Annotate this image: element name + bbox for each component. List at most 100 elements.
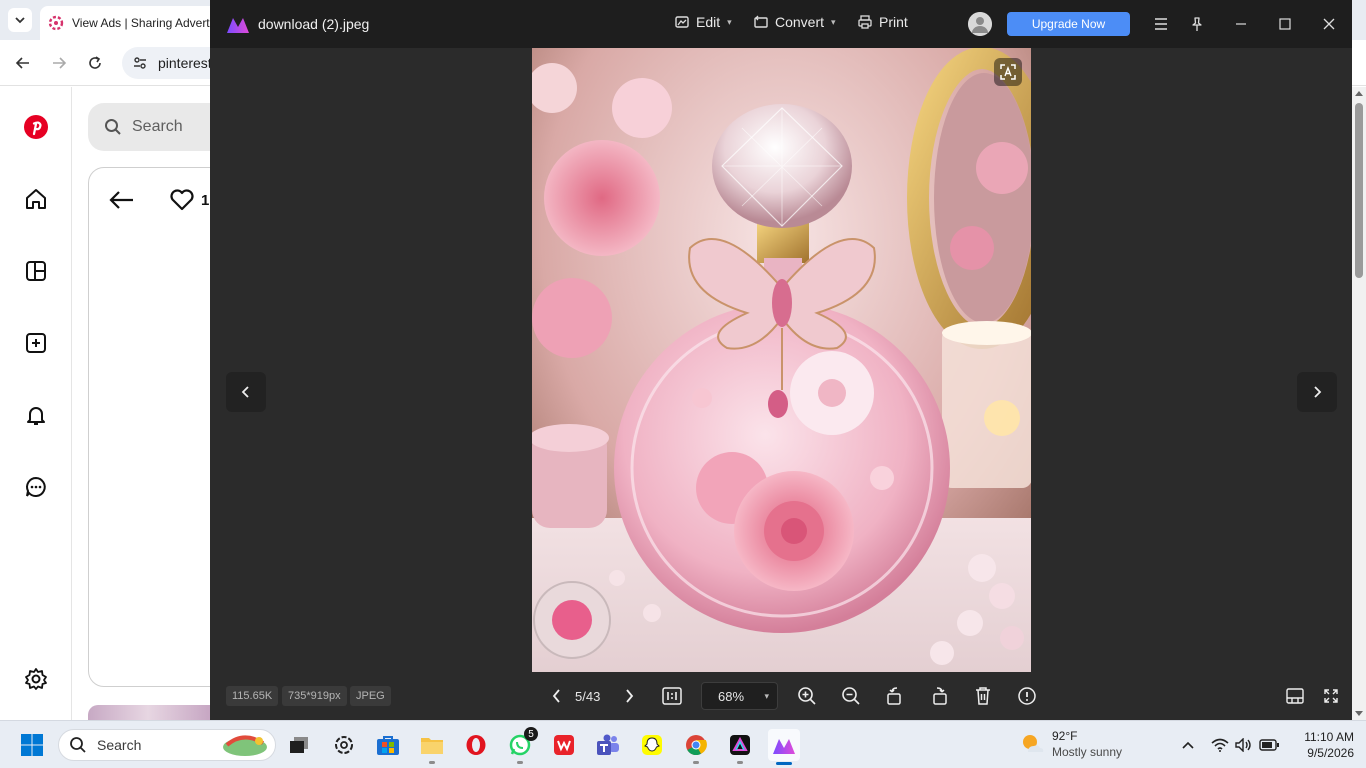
zoom-level-select[interactable]: 68% ▾	[701, 682, 778, 710]
opera-icon	[466, 735, 486, 755]
browser-tab[interactable]: View Ads | Sharing Advertis	[40, 6, 220, 40]
taskbar-chatgpt[interactable]	[328, 729, 360, 761]
fullscreen-button[interactable]	[1319, 684, 1343, 708]
taskbar-snapchat[interactable]	[636, 729, 668, 761]
scroll-up-arrow-icon[interactable]	[1355, 91, 1363, 96]
actual-size-button[interactable]	[660, 684, 684, 708]
task-view-icon	[290, 737, 308, 753]
site-settings-icon[interactable]	[132, 55, 148, 71]
show-hidden-icons-button[interactable]	[1178, 735, 1198, 755]
reload-button[interactable]	[84, 52, 106, 74]
network-button[interactable]	[1210, 735, 1230, 755]
back-button[interactable]	[12, 52, 34, 74]
pin-window-button[interactable]	[1185, 12, 1209, 36]
page-indicator: 5/43	[575, 689, 601, 704]
zoom-level-value: 68%	[718, 688, 745, 704]
maximize-button[interactable]	[1273, 12, 1297, 36]
maximize-icon	[1279, 18, 1291, 30]
taskbar-teams[interactable]	[592, 729, 624, 761]
taskbar-whatsapp[interactable]: 5	[504, 727, 538, 764]
search-icon	[70, 737, 86, 753]
taskbar-search-box[interactable]: Search	[58, 729, 276, 761]
tab-search-button[interactable]	[8, 8, 32, 32]
pin-back-button[interactable]	[109, 190, 135, 215]
previous-page-button[interactable]	[545, 684, 569, 708]
create-button[interactable]	[22, 329, 50, 357]
image-viewer-app-icon	[773, 739, 795, 754]
rotate-left-button[interactable]	[883, 684, 907, 708]
taskbar-capcut[interactable]	[724, 729, 756, 764]
clock-time: 11:10 AM	[1304, 730, 1354, 744]
edit-menu[interactable]: Edit ▾	[674, 14, 732, 30]
taskbar-opera[interactable]	[460, 729, 492, 761]
site-favicon-icon	[48, 15, 64, 31]
pinterest-sidebar	[0, 87, 72, 720]
teams-icon	[597, 734, 619, 755]
pinterest-logo-button[interactable]	[22, 113, 50, 141]
battery-icon	[1259, 739, 1279, 751]
pin-icon	[1192, 17, 1202, 31]
actual-size-icon	[662, 687, 682, 705]
taskbar-file-explorer[interactable]	[416, 729, 448, 764]
pin-like-button[interactable]: 1	[169, 188, 209, 212]
file-name: download (2).jpeg	[258, 16, 370, 32]
settings-button[interactable]	[22, 665, 50, 693]
task-view-button[interactable]	[283, 729, 315, 761]
forward-button[interactable]	[48, 52, 70, 74]
search-icon	[105, 119, 121, 135]
taskbar-wps-office[interactable]	[548, 729, 580, 761]
search-highlight-bird-icon	[223, 735, 267, 756]
taskbar-image-viewer[interactable]	[768, 729, 800, 765]
speaker-icon	[1235, 738, 1251, 752]
pin-like-count: 1	[201, 191, 210, 209]
home-button[interactable]	[22, 185, 50, 213]
thumbnail-strip-button[interactable]	[1283, 684, 1307, 708]
active-app-indicator	[776, 762, 792, 765]
partly-sunny-icon	[1023, 735, 1044, 752]
store-icon	[377, 736, 399, 755]
browser-scrollbar[interactable]	[1352, 87, 1366, 720]
notifications-button[interactable]	[22, 401, 50, 429]
zoom-in-button[interactable]	[795, 684, 819, 708]
print-button[interactable]: Print	[857, 14, 908, 30]
thumbnails-icon	[1286, 688, 1304, 704]
next-image-button[interactable]	[1297, 372, 1337, 412]
account-avatar[interactable]	[968, 12, 992, 36]
messages-button[interactable]	[22, 473, 50, 501]
delete-button[interactable]	[971, 684, 995, 708]
volume-button[interactable]	[1234, 735, 1254, 755]
arrow-left-icon	[15, 57, 29, 69]
viewer-titlebar: download (2).jpeg Edit ▾ Convert ▾ Print U…	[210, 0, 1352, 48]
bell-icon	[27, 407, 45, 425]
rotate-right-button[interactable]	[927, 684, 951, 708]
image-stage	[210, 48, 1352, 672]
scroll-down-arrow-icon[interactable]	[1355, 711, 1363, 716]
scrollbar-thumb[interactable]	[1355, 103, 1363, 278]
ocr-text-recognition-button[interactable]	[994, 58, 1022, 86]
explore-icon	[26, 261, 46, 281]
taskbar-microsoft-store[interactable]	[372, 729, 404, 761]
taskbar-chrome[interactable]	[680, 729, 712, 764]
file-size-info: 115.65K	[226, 686, 279, 706]
chevron-down-icon: ▾	[764, 691, 769, 701]
convert-menu-label: Convert	[775, 14, 825, 30]
zoom-out-icon	[842, 687, 860, 705]
previous-image-button[interactable]	[226, 372, 266, 412]
explore-button[interactable]	[22, 257, 50, 285]
close-button[interactable]	[1317, 12, 1341, 36]
convert-menu[interactable]: Convert ▾	[753, 14, 836, 30]
next-page-button[interactable]	[617, 684, 641, 708]
zoom-out-button[interactable]	[839, 684, 863, 708]
chevron-down-icon: ▾	[727, 16, 732, 27]
browser-tab-title: View Ads | Sharing Advertis	[72, 16, 219, 30]
minimize-button[interactable]	[1229, 12, 1253, 36]
battery-button[interactable]	[1259, 735, 1279, 755]
upgrade-now-button[interactable]: Upgrade Now	[1007, 12, 1130, 36]
image-info-button[interactable]	[1015, 684, 1039, 708]
fullscreen-icon	[1324, 689, 1338, 703]
windows-start-icon[interactable]	[20, 733, 44, 757]
weather-widget[interactable]: 92°F Mostly sunny	[1020, 728, 1122, 760]
hamburger-menu-button[interactable]	[1149, 12, 1173, 36]
capcut-icon	[730, 735, 750, 755]
system-clock[interactable]: 11:10 AM 9/5/2026	[1290, 729, 1354, 761]
